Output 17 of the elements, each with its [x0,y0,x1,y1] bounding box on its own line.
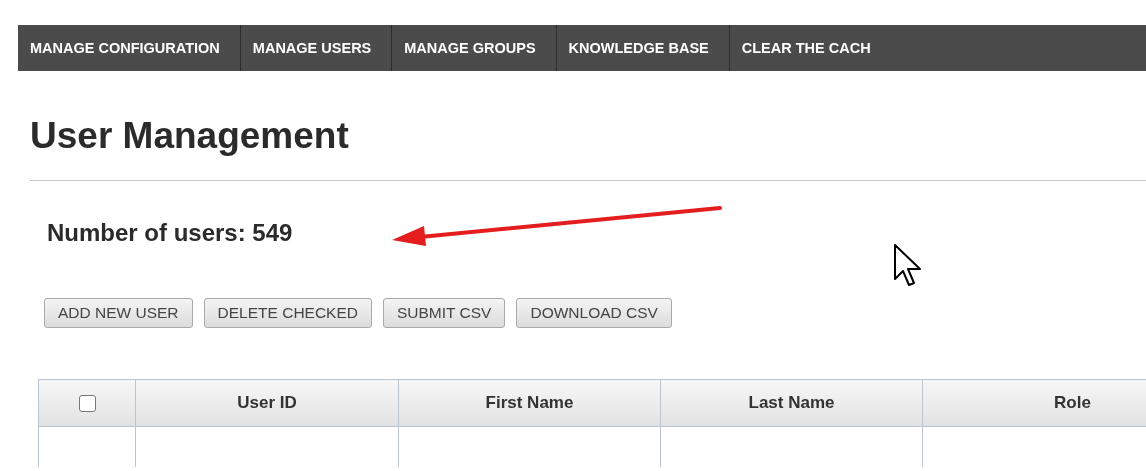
action-button[interactable]: DOWNLOAD CSV [516,298,672,328]
nav-tab[interactable]: MANAGE CONFIGURATION [18,25,241,71]
page-title: User Management [30,114,350,158]
column-header[interactable]: Last Name [660,379,922,427]
nav-tab[interactable]: MANAGE GROUPS [392,25,557,71]
action-button[interactable]: SUBMIT CSV [383,298,506,328]
nav-tab[interactable]: KNOWLEDGE BASE [556,25,730,71]
action-button[interactable]: DELETE CHECKED [203,298,372,328]
nav-tab[interactable]: MANAGE USERS [240,25,393,71]
user-count: Number of users: 549 [47,219,293,247]
column-header[interactable]: First Name [398,379,660,427]
mouse-cursor-icon [893,243,923,287]
column-header[interactable]: Role [922,379,1146,427]
nav-tab[interactable]: CLEAR THE CACH [729,25,891,71]
column-header[interactable]: User ID [135,379,398,427]
action-button[interactable]: ADD NEW USER [44,298,193,328]
select-all-checkbox[interactable] [78,394,96,412]
